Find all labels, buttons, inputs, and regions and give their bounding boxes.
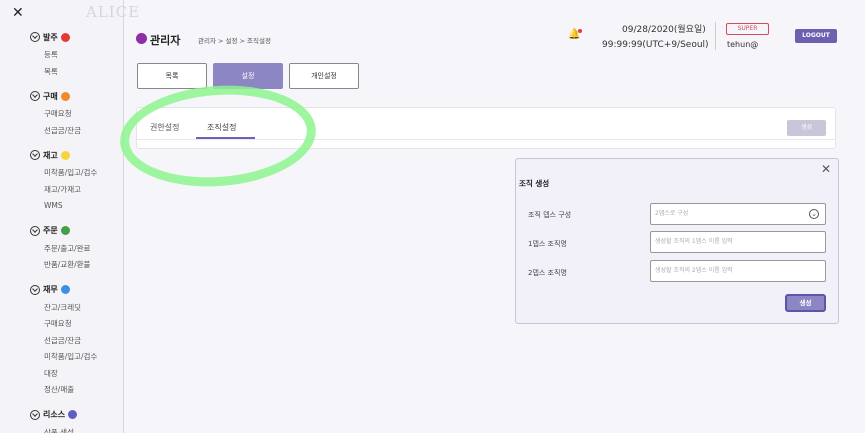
tab-organization-settings[interactable]: 조직설정 xyxy=(207,122,236,133)
tab-settings[interactable]: 설정 xyxy=(213,63,283,89)
sidebar-item[interactable]: 선급금/잔금 xyxy=(30,333,120,350)
depth2-name-input[interactable]: 생성할 조직의 2뎁스 이름 입력 xyxy=(650,260,826,282)
menu-group-title: 재고 xyxy=(43,150,58,160)
active-tab-indicator xyxy=(196,137,255,139)
menu-group-title: 리소스 xyxy=(43,410,66,419)
status-dot-icon xyxy=(60,91,70,101)
sidebar-item[interactable]: 주문/출고/완료 xyxy=(30,241,120,258)
bell-icon[interactable]: 🔔 xyxy=(568,29,583,40)
depth1-name-label: 1뎁스 조직명 xyxy=(528,240,567,248)
close-icon[interactable]: ✕ xyxy=(12,5,24,21)
breadcrumb: 관리자 > 설정 > 조직설정 xyxy=(198,37,271,45)
tab-permission-settings[interactable]: 권한설정 xyxy=(150,122,179,133)
menu-group-title: 발주 xyxy=(43,32,58,42)
current-date: 09/28/2020(월요일) xyxy=(622,25,706,35)
sidebar: ✕ ALICE 발주 등록 목록 구매 구매요청 선급금/잔금 재고 미착품/입… xyxy=(0,0,139,433)
current-time: 99:99:99(UTC+9/Seoul) xyxy=(602,40,709,50)
sidebar-item[interactable]: 미착품/입고/검수 xyxy=(30,165,120,182)
modal-create-button[interactable]: 생성 xyxy=(785,294,826,312)
modal-title: 조직 생성 xyxy=(519,179,550,188)
depth2-name-label: 2뎁스 조직명 xyxy=(528,269,567,277)
menu-group-header[interactable]: 발주 xyxy=(30,30,120,44)
menu-group-resource: 리소스 상품 생성 xyxy=(30,408,120,433)
user-name: tehun@ xyxy=(727,40,759,49)
sidebar-item[interactable]: 선급금/잔금 xyxy=(30,123,120,140)
chevron-down-icon xyxy=(30,32,40,42)
depth-config-select[interactable]: 2뎁스로 구성 ⌄ xyxy=(650,203,826,225)
status-dot-icon xyxy=(60,226,70,235)
create-organization-modal: ✕ 조직 생성 조직 뎁스 구성 2뎁스로 구성 ⌄ 1뎁스 조직명 생성할 조… xyxy=(515,158,839,324)
role-badge: SUPER xyxy=(726,23,769,35)
depth-config-label: 조직 뎁스 구성 xyxy=(528,211,572,219)
menu-group-inventory: 재고 미착품/입고/검수 재고/가재고 WMS xyxy=(30,148,120,215)
sidebar-item[interactable]: 미착품/입고/검수 xyxy=(30,349,120,366)
sidebar-item[interactable]: WMS xyxy=(30,198,120,215)
sidebar-item[interactable]: 등록 xyxy=(30,47,120,64)
tab-personal-settings[interactable]: 개인설정 xyxy=(289,63,359,89)
tab-list[interactable]: 목록 xyxy=(137,63,207,89)
page-title: 관리자 xyxy=(150,34,181,47)
create-button[interactable]: 생성 xyxy=(787,120,826,136)
sidebar-item[interactable]: 구매요청 xyxy=(30,106,120,123)
sidebar-item[interactable]: 상품 생성 xyxy=(30,425,120,433)
menu-group-finance: 재무 잔고/크레딧 구매요청 선급금/잔금 미착품/입고/검수 대장 정산/매출 xyxy=(30,283,120,399)
sidebar-item[interactable]: 대장 xyxy=(30,366,120,383)
notification-badge xyxy=(578,29,583,33)
chevron-down-icon xyxy=(30,91,40,101)
depth-config-value: 2뎁스로 구성 xyxy=(655,210,689,217)
sidebar-menu: 발주 등록 목록 구매 구매요청 선급금/잔금 재고 미착품/입고/검수 재고/… xyxy=(30,30,120,433)
settings-card: 권한설정 조직설정 생성 xyxy=(136,107,836,149)
status-dot-icon xyxy=(60,32,70,42)
chevron-down-icon: ⌄ xyxy=(809,209,819,219)
chevron-down-icon xyxy=(30,150,40,160)
status-dot-icon xyxy=(60,150,70,160)
status-dot-icon xyxy=(68,410,78,419)
menu-group-order: 발주 등록 목록 xyxy=(30,30,120,80)
chevron-down-icon xyxy=(30,225,40,236)
menu-group-header[interactable]: 리소스 xyxy=(30,408,120,422)
divider xyxy=(137,139,835,140)
menu-group-title: 주문 xyxy=(43,226,58,235)
menu-group-header[interactable]: 주문 xyxy=(30,224,120,238)
sidebar-item[interactable]: 잔고/크레딧 xyxy=(30,300,120,317)
header: 관리자 관리자 > 설정 > 조직설정 🔔 09/28/2020(월요일) 99… xyxy=(125,0,865,58)
divider xyxy=(715,22,716,50)
status-dot-icon xyxy=(60,285,70,294)
menu-group-header[interactable]: 재무 xyxy=(30,283,120,297)
role-dot-icon xyxy=(136,33,147,44)
chevron-down-icon xyxy=(30,409,40,420)
depth1-name-input[interactable]: 생성할 조직의 1뎁스 이름 입력 xyxy=(650,231,826,253)
menu-group-sales: 주문 주문/출고/완료 반품/교환/환불 xyxy=(30,224,120,274)
logout-button[interactable]: LOGOUT xyxy=(795,29,837,43)
sidebar-item[interactable]: 반품/교환/환불 xyxy=(30,257,120,274)
menu-group-header[interactable]: 재고 xyxy=(30,148,120,162)
menu-group-title: 재무 xyxy=(43,285,58,294)
menu-group-header[interactable]: 구매 xyxy=(30,89,120,103)
sidebar-item[interactable]: 구매요청 xyxy=(30,316,120,333)
menu-group-purchase: 구매 구매요청 선급금/잔금 xyxy=(30,89,120,139)
chevron-down-icon xyxy=(30,284,40,295)
sidebar-item[interactable]: 목록 xyxy=(30,64,120,81)
sidebar-item[interactable]: 정산/매출 xyxy=(30,382,120,399)
sidebar-item[interactable]: 재고/가재고 xyxy=(30,182,120,199)
menu-group-title: 구매 xyxy=(43,91,58,101)
close-icon[interactable]: ✕ xyxy=(821,162,831,176)
